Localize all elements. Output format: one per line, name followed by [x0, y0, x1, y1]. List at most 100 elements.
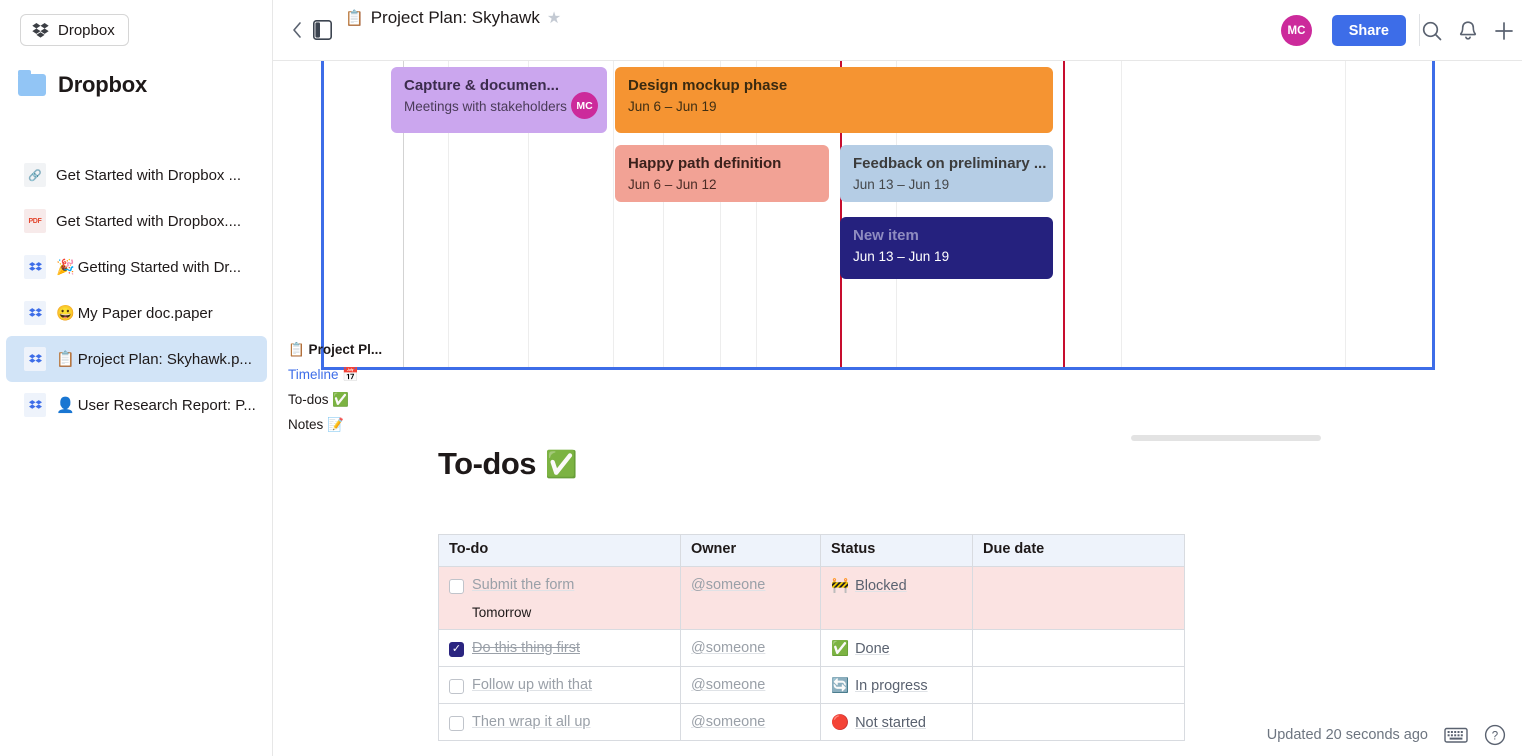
cell-status[interactable]: ✅Done	[821, 630, 973, 667]
todo-text[interactable]: Follow up with that	[472, 677, 592, 693]
help-icon[interactable]: ?	[1484, 724, 1506, 746]
item-emoji-icon: 😀	[56, 305, 75, 322]
todos-table: To-doOwnerStatusDue date Submit the form…	[438, 534, 1185, 741]
cell-owner[interactable]: @someone	[681, 667, 821, 704]
timeline-widget[interactable]: Capture & documen... Meetings with stakeh…	[321, 61, 1435, 370]
todo-text[interactable]: Do this thing first	[472, 640, 580, 656]
back-chevron-icon[interactable]	[287, 19, 307, 41]
paper-doc-icon	[24, 347, 46, 371]
cell-status[interactable]: 🚧Blocked	[821, 567, 973, 630]
todos-heading: To-dos ✅	[438, 446, 577, 482]
cell-due-date[interactable]	[973, 567, 1185, 630]
cell-status[interactable]: 🔴 Not started	[821, 704, 973, 741]
document-canvas: Capture & documen... Meetings with stakeh…	[273, 61, 1522, 756]
header-bar: 📋 Project Plan: Skyhawk ★ MC Share	[273, 0, 1522, 61]
cell-todo: ✓ Do this thing first	[439, 630, 681, 667]
outline-item-1[interactable]: Timeline 📅	[288, 362, 408, 387]
owner-mention[interactable]: @someone	[691, 577, 765, 593]
timeline-card-title: Design mockup phase	[628, 76, 1041, 95]
sidebar-item-label: 🎉Getting Started with Dr...	[56, 258, 241, 276]
todo-text[interactable]: Then wrap it all up	[472, 714, 590, 730]
outline-item-0[interactable]: 📋 Project Pl...	[288, 337, 408, 362]
timeline-card-2[interactable]: Happy path definition Jun 6 – Jun 12	[615, 145, 829, 202]
paper-doc-icon	[24, 301, 46, 325]
cell-owner[interactable]: @someone	[681, 704, 821, 741]
timeline-card-title: Feedback on preliminary ...	[853, 154, 1041, 173]
status-label: In progress	[855, 678, 928, 694]
table-row: ✓ Do this thing first @someone ✅Done	[439, 630, 1185, 667]
sidebar-item-5[interactable]: 👤User Research Report: P...	[6, 382, 267, 428]
keyboard-icon[interactable]	[1444, 726, 1468, 744]
updated-timestamp: Updated 20 seconds ago	[1267, 727, 1428, 743]
timeline-card-title: Capture & documen...	[404, 76, 595, 95]
cell-todo: Then wrap it all up	[439, 704, 681, 741]
cell-status[interactable]: 🔄 In progress	[821, 667, 973, 704]
favorite-star-icon[interactable]: ★	[547, 8, 561, 28]
sidebar-file-list: 🔗Get Started with Dropbox ... PDF Get Star…	[6, 152, 267, 428]
todo-checkbox[interactable]	[449, 579, 464, 594]
timeline-card-subtitle: Jun 6 – Jun 12	[628, 175, 817, 194]
cell-due-date[interactable]	[973, 667, 1185, 704]
cell-todo: Submit the form Tomorrow	[439, 567, 681, 630]
timeline-card-subtitle: Jun 6 – Jun 19	[628, 97, 1041, 116]
todo-text[interactable]: Submit the form	[472, 577, 574, 593]
search-icon[interactable]	[1420, 19, 1444, 43]
sidebar-item-0[interactable]: 🔗Get Started with Dropbox ...	[6, 152, 267, 198]
document-outline-nav: 📋 Project Pl...Timeline 📅To-dos ✅Notes 📝	[288, 337, 408, 437]
todo-checkbox[interactable]	[449, 716, 464, 731]
svg-text:?: ?	[1492, 731, 1498, 743]
timeline-card-title: New item	[853, 226, 1041, 245]
timeline-card-4[interactable]: New itemJun 13 – Jun 19	[840, 217, 1053, 279]
todos-heading-text: To-dos	[438, 446, 536, 482]
cell-owner[interactable]: @someone	[681, 567, 821, 630]
outline-item-3[interactable]: Notes 📝	[288, 412, 408, 437]
dropbox-home-button[interactable]: Dropbox	[20, 14, 129, 46]
status-label: Blocked	[855, 578, 907, 594]
timeline-gridline	[1121, 61, 1122, 367]
table-row: Follow up with that @someone 🔄 In progress	[439, 667, 1185, 704]
pdf-file-icon: PDF	[24, 209, 46, 233]
sidebar-root-row[interactable]: Dropbox	[18, 72, 147, 98]
timeline-gridline	[613, 61, 614, 367]
sidebar-item-2[interactable]: 🎉Getting Started with Dr...	[6, 244, 267, 290]
timeline-card-1[interactable]: Design mockup phase Jun 6 – Jun 19	[615, 67, 1053, 133]
todo-subnote: Tomorrow	[472, 605, 670, 620]
cell-owner[interactable]: @someone	[681, 630, 821, 667]
timeline-marker-line	[1063, 61, 1065, 367]
owner-mention[interactable]: @someone	[691, 677, 765, 693]
status-emoji-icon: ✅	[831, 640, 849, 657]
item-emoji-icon: 📋	[56, 351, 75, 368]
timeline-card-avatar[interactable]: MC	[571, 92, 598, 119]
sidebar-item-label: Get Started with Dropbox....	[56, 213, 241, 230]
avatar[interactable]: MC	[1281, 15, 1312, 46]
cell-due-date[interactable]	[973, 630, 1185, 667]
toggle-sidebar-icon[interactable]	[313, 20, 332, 40]
table-header-row: To-doOwnerStatusDue date	[439, 535, 1185, 567]
sidebar-item-3[interactable]: 😀My Paper doc.paper	[6, 290, 267, 336]
sidebar: Dropbox Dropbox 🔗Get Started with Dropbo…	[0, 0, 273, 756]
status-label: Not started	[855, 715, 926, 731]
share-button[interactable]: Share	[1332, 15, 1406, 46]
sidebar-item-4[interactable]: 📋Project Plan: Skyhawk.p...	[6, 336, 267, 382]
sidebar-item-label: 😀My Paper doc.paper	[56, 304, 213, 322]
todo-checkbox[interactable]: ✓	[449, 642, 464, 657]
plus-icon[interactable]	[1492, 19, 1516, 43]
status-emoji-icon: 🔄	[831, 677, 849, 694]
bell-icon[interactable]	[1456, 19, 1480, 43]
todo-checkbox[interactable]	[449, 679, 464, 694]
timeline-gridline	[1345, 61, 1346, 367]
timeline-horizontal-scrollbar[interactable]	[1131, 435, 1321, 441]
outline-item-2[interactable]: To-dos ✅	[288, 387, 408, 412]
sidebar-item-1[interactable]: PDF Get Started with Dropbox....	[6, 198, 267, 244]
timeline-card-3[interactable]: Feedback on preliminary ... Jun 13 – Jun …	[840, 145, 1053, 202]
link-file-icon: 🔗	[24, 163, 46, 187]
timeline-card-0[interactable]: Capture & documen... Meetings with stakeh…	[391, 67, 607, 133]
owner-mention[interactable]: @someone	[691, 714, 765, 730]
cell-due-date[interactable]	[973, 704, 1185, 741]
timeline-card-title: Happy path definition	[628, 154, 817, 173]
timeline-card-subtitle: Meetings with stakeholders	[404, 97, 595, 116]
status-emoji-icon: 🔴	[831, 714, 849, 731]
timeline-card-subtitle: Jun 13 – Jun 19	[853, 175, 1041, 194]
owner-mention[interactable]: @someone	[691, 640, 765, 656]
paper-doc-icon	[24, 393, 46, 417]
